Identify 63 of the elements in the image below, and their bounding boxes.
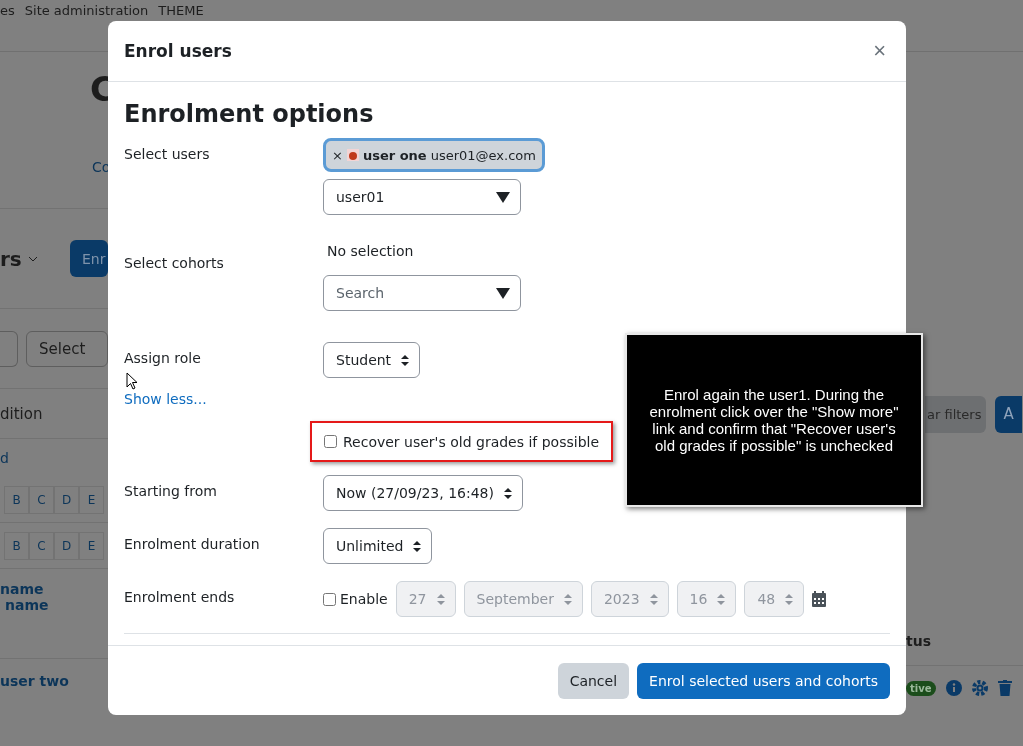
enrol-button[interactable]: Enr	[70, 240, 108, 277]
nav-item[interactable]: Site administration	[24, 3, 149, 18]
cursor-icon	[126, 372, 138, 390]
sort-icon	[785, 593, 794, 605]
cancel-button[interactable]: Cancel	[557, 662, 630, 699]
status-badge: tive	[906, 680, 936, 696]
info-icon[interactable]	[945, 680, 962, 696]
apply-button[interactable]: A	[995, 395, 1022, 433]
name-header[interactable]: name	[0, 597, 49, 613]
dropdown-select[interactable]: Now (27/09/23, 16:48)	[323, 475, 523, 511]
column-header: dition	[0, 404, 43, 423]
initial-filter[interactable]: B	[4, 531, 29, 560]
selected-user-chip[interactable]: × user one user01@ex.com	[323, 138, 545, 172]
nav-item[interactable]: es	[0, 3, 15, 18]
cohort-selection-text: No selection	[326, 242, 415, 261]
initial-filter[interactable]: C	[29, 485, 54, 514]
date-select[interactable]: 48	[744, 581, 805, 617]
enable-option[interactable]: Enable	[323, 591, 388, 607]
enrol-button[interactable]: Enrol selected users and cohorts	[637, 662, 890, 699]
sort-icon	[649, 593, 658, 605]
sort-icon	[504, 487, 512, 499]
dropdown-select[interactable]: Student	[323, 342, 421, 378]
date-select[interactable]: 16	[676, 581, 737, 617]
initial-filter[interactable]: D	[54, 485, 79, 514]
filter-link[interactable]: d	[0, 450, 9, 466]
sort-icon	[436, 593, 445, 605]
initial-filter[interactable]: E	[79, 485, 104, 514]
close-button[interactable]: ×	[869, 38, 890, 64]
dropdown-select[interactable]: Unlimited	[323, 528, 433, 564]
sort-icon	[563, 593, 572, 605]
status-header: tus	[906, 632, 931, 649]
initial-filter[interactable]: E	[79, 531, 104, 560]
date-select[interactable]: 2023	[590, 581, 669, 617]
checkbox[interactable]	[324, 435, 337, 448]
cohort-search-field[interactable]: Search	[323, 275, 521, 311]
checkbox[interactable]	[323, 592, 336, 606]
avatar-icon	[346, 149, 359, 161]
recover-grades-option[interactable]: Recover user's old grades if possible	[310, 421, 614, 462]
sort-icon	[717, 593, 726, 605]
date-select[interactable]: 27	[395, 581, 456, 617]
calendar-icon[interactable]	[812, 591, 827, 607]
select-arrow-field[interactable]	[0, 330, 18, 367]
dropdown-icon	[496, 191, 510, 203]
initial-filter[interactable]: B	[4, 485, 29, 514]
date-select[interactable]: September	[463, 581, 583, 617]
dialog-title: Enrol users	[124, 41, 232, 61]
dropdown-icon	[496, 287, 510, 299]
section-heading: Enrolment options	[124, 100, 375, 128]
instruction-note: Enrol again the user1. During the enrolment click over the "Show more" link and confirm that "Recover user's old grades if possible" is unchecked	[625, 333, 923, 507]
nav-item[interactable]: THEME	[158, 3, 204, 18]
delete-icon[interactable]	[997, 680, 1012, 696]
sort-icon	[413, 540, 422, 552]
name-header[interactable]: name	[0, 581, 44, 597]
show-less-link[interactable]: Show less...	[124, 391, 207, 407]
page-title: rs	[0, 246, 22, 271]
sort-icon	[401, 354, 410, 366]
initial-filter[interactable]: D	[54, 531, 79, 560]
user-name-link[interactable]: user two	[0, 673, 69, 689]
initial-filter[interactable]: C	[29, 531, 54, 560]
user-search-field[interactable]: user01	[323, 179, 521, 215]
chevron-icon	[27, 255, 38, 262]
clear-filters-button[interactable]: ar filters	[925, 395, 987, 433]
settings-icon[interactable]	[971, 680, 988, 696]
